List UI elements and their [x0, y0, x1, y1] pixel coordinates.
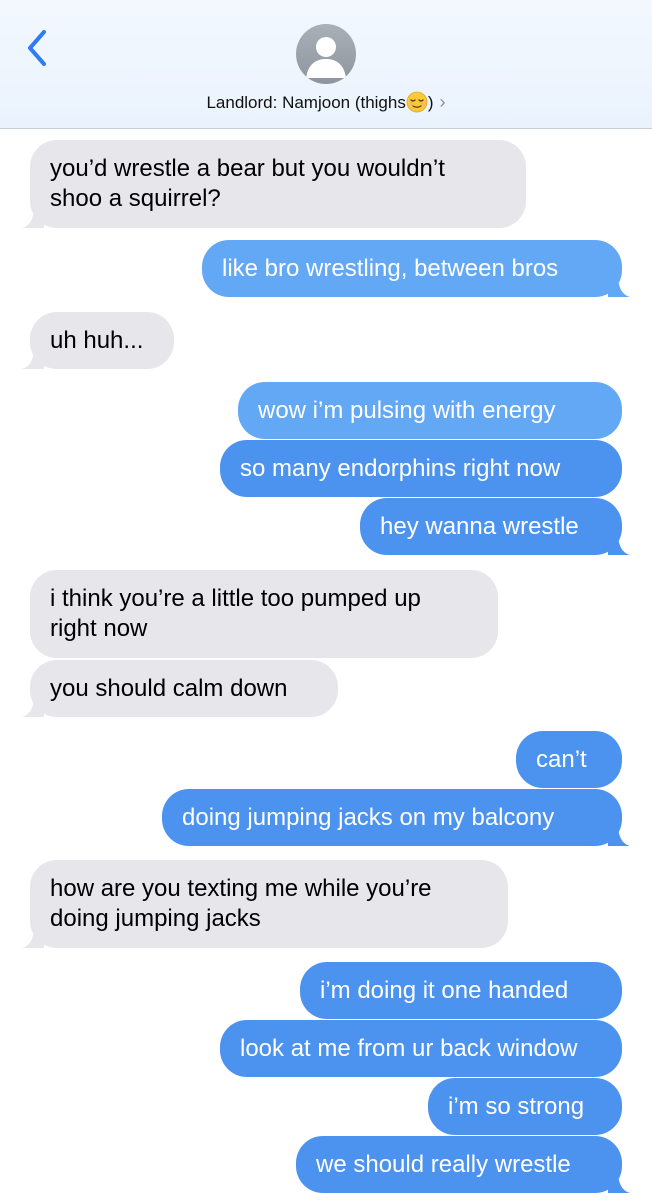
contact-name: Landlord: Namjoon (thighs: [206, 93, 406, 112]
person-silhouette-icon: [306, 37, 346, 78]
message-text: doing jumping jacks on my balcony: [182, 804, 555, 831]
avatar[interactable]: [296, 24, 356, 84]
message-bubble-outgoing[interactable]: we should really wrestle: [296, 1136, 630, 1193]
message-bubble-outgoing[interactable]: look at me from ur back window: [220, 1020, 622, 1077]
bubble-tail: [22, 206, 44, 228]
message-text: i think you’re a little too pumped up ri…: [50, 585, 421, 642]
message-bubble-outgoing[interactable]: doing jumping jacks on my balcony: [162, 789, 630, 846]
message-text: you should calm down: [50, 675, 288, 702]
message-text: look at me from ur back window: [240, 1035, 578, 1062]
message-text: we should really wrestle: [316, 1151, 571, 1178]
message-bubble-outgoing[interactable]: can’t: [516, 731, 622, 788]
message-text: hey wanna wrestle: [380, 513, 579, 540]
message-text: you’d wrestle a bear but you wouldn’t sh…: [50, 155, 445, 212]
bubble-tail: [22, 695, 44, 717]
message-bubble-outgoing[interactable]: so many endorphins right now: [220, 440, 622, 497]
message-bubble-incoming[interactable]: uh huh...: [22, 312, 174, 369]
message-bubble-outgoing[interactable]: i’m doing it one handed: [300, 962, 622, 1019]
chevron-left-icon[interactable]: [22, 24, 56, 72]
message-text: how are you texting me while you’re doin…: [50, 875, 432, 932]
message-text: uh huh...: [50, 327, 144, 354]
message-text: so many endorphins right now: [240, 455, 561, 482]
message-bubble-incoming[interactable]: i think you’re a little too pumped up ri…: [30, 570, 498, 658]
bubble-tail: [22, 347, 44, 369]
bubble-tail: [608, 824, 630, 846]
bubble-tail: [608, 533, 630, 555]
message-bubble-incoming[interactable]: how are you texting me while you’re doin…: [22, 860, 508, 948]
contact-name-suffix: ): [427, 93, 434, 112]
message-bubble-outgoing[interactable]: wow i’m pulsing with energy: [238, 382, 622, 439]
bubble-tail: [608, 275, 630, 297]
contact-name-button[interactable]: Landlord: Namjoon (thighs ) ›: [0, 88, 652, 116]
conversation-header: Landlord: Namjoon (thighs ) ›: [0, 0, 652, 129]
bubble-tail: [22, 926, 44, 948]
message-bubble-outgoing[interactable]: like bro wrestling, between bros: [202, 240, 630, 297]
bubble-tail: [608, 1171, 630, 1193]
message-text: i’m so strong: [448, 1093, 585, 1120]
message-bubble-incoming[interactable]: you should calm down: [22, 660, 338, 717]
chevron-right-icon: ›: [439, 92, 446, 112]
message-bubble-outgoing[interactable]: hey wanna wrestle: [360, 498, 630, 555]
message-bubble-incoming[interactable]: you’d wrestle a bear but you wouldn’t sh…: [22, 140, 526, 228]
message-text: like bro wrestling, between bros: [222, 255, 559, 282]
relieved-face-emoji: [406, 91, 428, 113]
message-text: can’t: [536, 746, 587, 773]
message-text: i’m doing it one handed: [320, 977, 569, 1004]
message-bubble-outgoing[interactable]: i’m so strong: [428, 1078, 622, 1135]
message-text: wow i’m pulsing with energy: [258, 397, 556, 424]
